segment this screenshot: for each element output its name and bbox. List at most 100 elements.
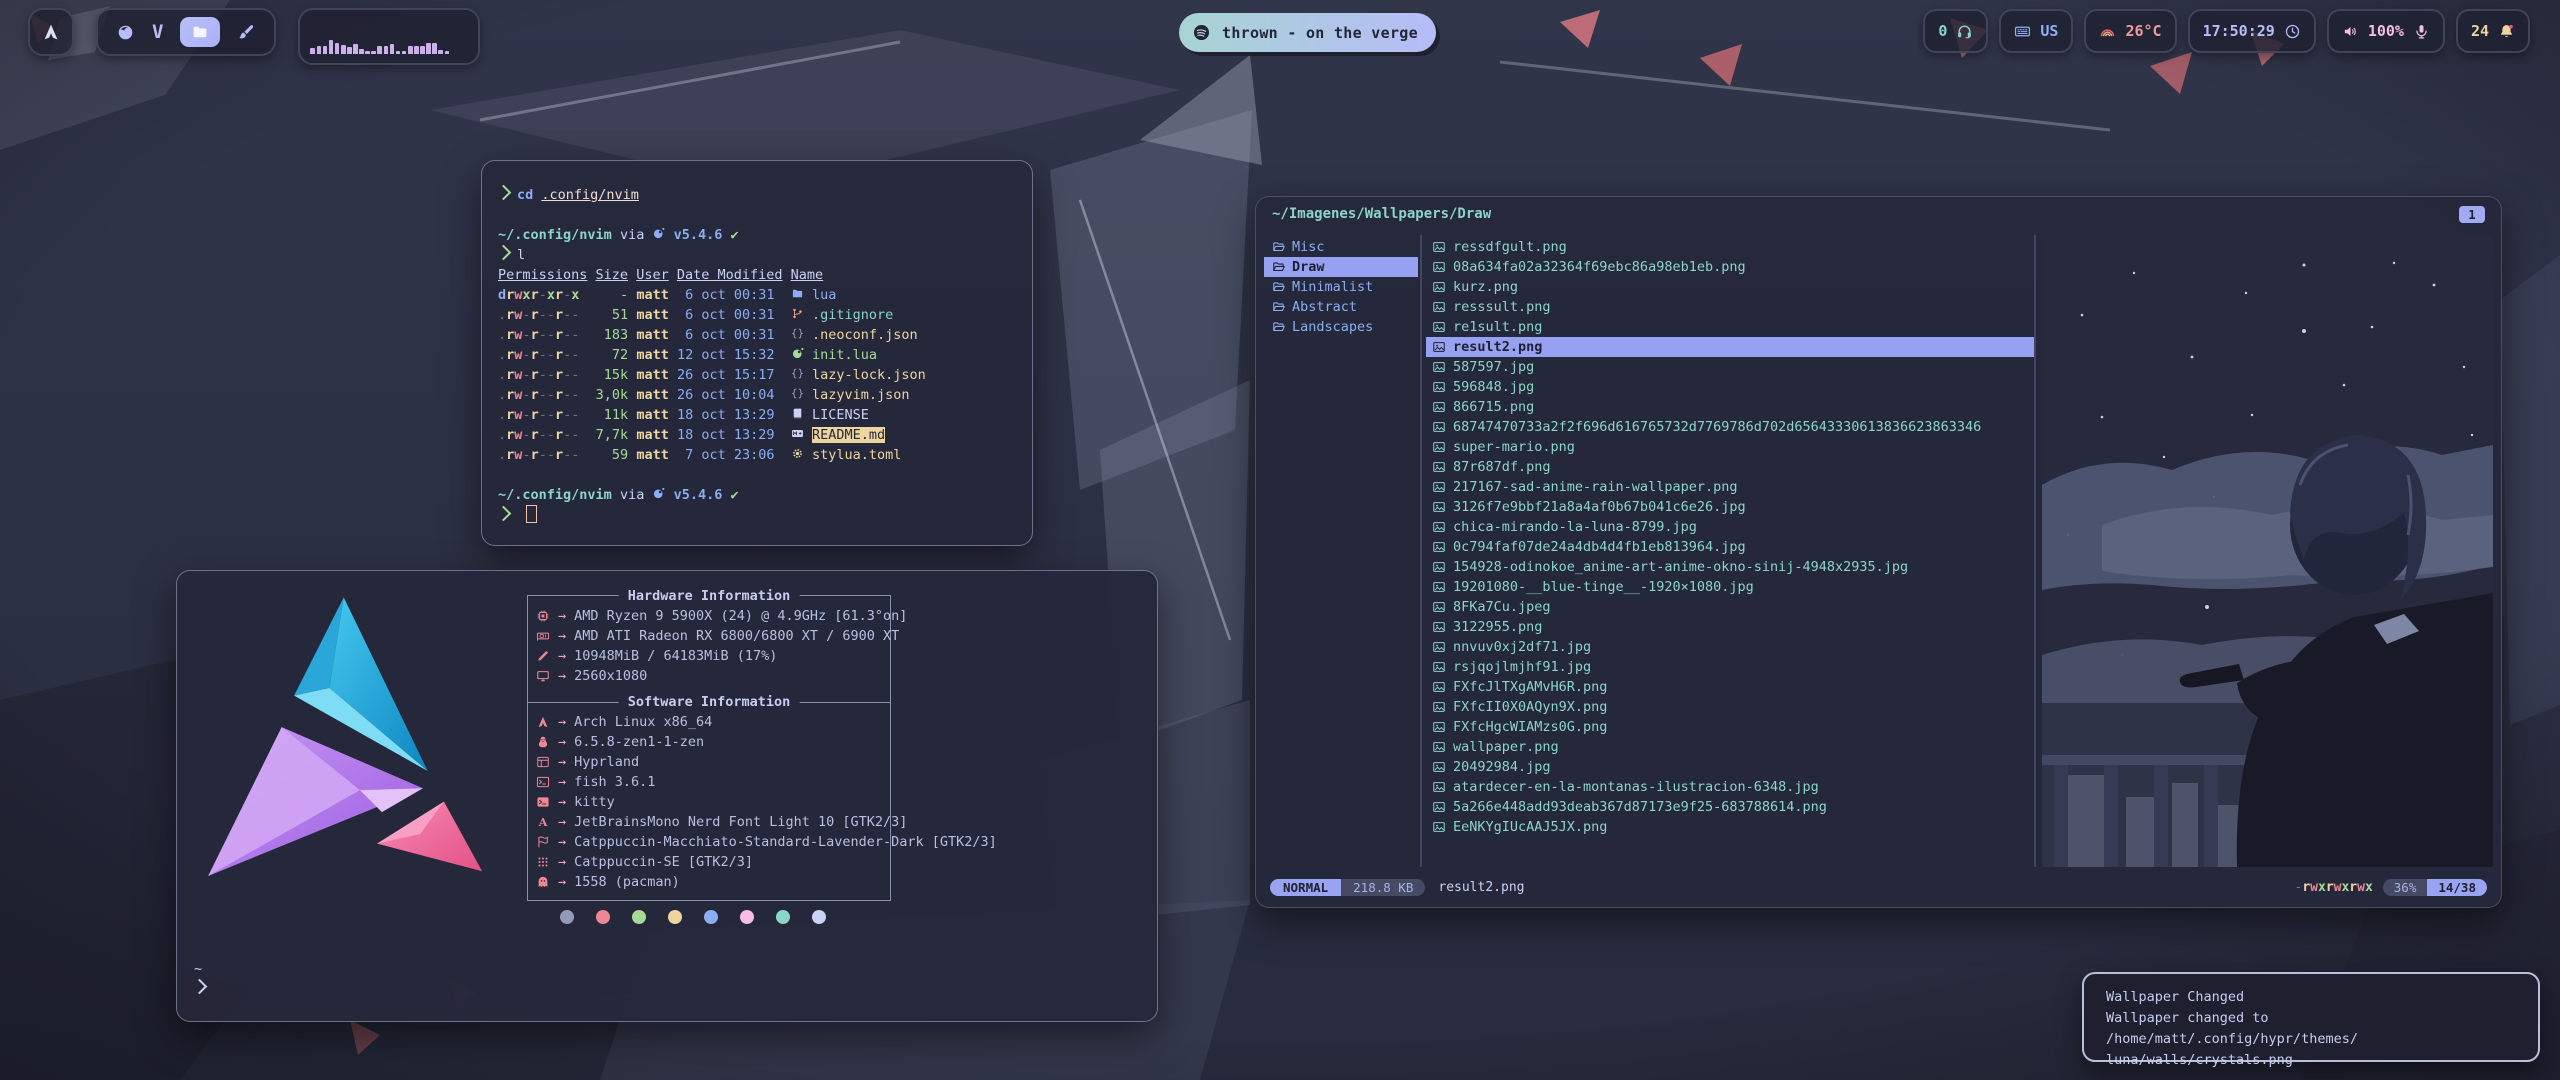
file-name: 3122955.png — [1453, 619, 1542, 635]
arrow-icon: → — [558, 646, 566, 666]
file-name: .gitignore — [812, 307, 893, 323]
file-name: 20492984.jpg — [1453, 759, 1551, 775]
file-name: 19201080-__blue-tinge__-1920×1080.jpg — [1453, 579, 1754, 595]
sidebar-folder-item[interactable]: Draw — [1264, 257, 1418, 277]
file-list-item[interactable]: 217167-sad-anime-rain-wallpaper.png — [1426, 477, 2034, 497]
file-list-item[interactable]: chica-mirando-la-luna-8799.jpg — [1426, 517, 2034, 537]
file-list-item[interactable]: wallpaper.png — [1426, 737, 2034, 757]
file-list-item[interactable]: 3126f7e9bbf21a8a4af0b67b041c6e26.jpg — [1426, 497, 2034, 517]
dock-item-files-active[interactable] — [180, 17, 220, 47]
check-icon: ✔ — [731, 487, 739, 503]
permissions: .rw-r--r-- — [498, 307, 588, 323]
sidebar-folder-item[interactable]: Landscapes — [1264, 317, 1418, 337]
terminal-window[interactable]: cd .config/nvim ~/.config/nvim via v5.4.… — [481, 160, 1033, 546]
file-list-item[interactable]: rsjqojlmjhf91.jpg — [1426, 657, 2034, 677]
file-list-item[interactable]: 20492984.jpg — [1426, 757, 2034, 777]
file-list-item[interactable]: result2.png — [1426, 337, 2034, 357]
file-name: resssult.png — [1453, 299, 1551, 315]
volume-module[interactable]: 100% — [2327, 9, 2445, 53]
file-list-item[interactable]: FXfcHgcWIAMzs0G.png — [1426, 717, 2034, 737]
file-list-item[interactable]: 68747470733a2f2f696d616765732d7769786d70… — [1426, 417, 2034, 437]
file-list-item[interactable]: kurz.png — [1426, 277, 2034, 297]
file-list-item[interactable]: atardecer-en-la-montanas-ilustracion-634… — [1426, 777, 2034, 797]
headphone-battery-module[interactable]: 0 — [1923, 9, 1988, 53]
file-name: 217167-sad-anime-rain-wallpaper.png — [1453, 479, 1737, 495]
file-name: 08a634fa02a32364f69ebc86a98eb1eb.png — [1453, 259, 1746, 275]
fetch-prompt[interactable]: ~ — [194, 959, 213, 999]
keyboard-layout-module[interactable]: US — [1999, 9, 2073, 53]
scroll-percent-badge: 36% — [2383, 879, 2428, 896]
file-list-item[interactable]: 5a266e448add93deab367d87173e9f25-6837886… — [1426, 797, 2034, 817]
image-icon — [1432, 680, 1446, 694]
arrow-icon: → — [558, 792, 566, 812]
file-name: 587597.jpg — [1453, 359, 1534, 375]
folder-name: Misc — [1292, 239, 1325, 255]
arrow-icon: → — [558, 732, 566, 752]
cpu-icon — [534, 609, 552, 623]
markdown-icon — [791, 427, 804, 440]
now-playing-pill[interactable]: thrown - on the verge — [1179, 13, 1436, 52]
visualizer-bar — [432, 43, 437, 54]
image-preview-pane — [2042, 235, 2493, 867]
notifications-module[interactable]: 24 — [2456, 9, 2530, 53]
file-list-item[interactable]: ressdfgult.png — [1426, 237, 2034, 257]
file-list[interactable]: ressdfgult.png 08a634fa02a32364f69ebc86a9… — [1426, 237, 2034, 837]
notification-toast[interactable]: Wallpaper Changed Wallpaper changed to /… — [2082, 972, 2540, 1062]
clock-module[interactable]: 17:50:29 — [2188, 9, 2316, 53]
app-launcher-button[interactable] — [28, 8, 74, 56]
visualizer-bar — [341, 45, 346, 54]
book-icon — [791, 407, 804, 420]
file-list-item[interactable]: 08a634fa02a32364f69ebc86a98eb1eb.png — [1426, 257, 2034, 277]
file-size: 183 — [588, 327, 629, 343]
file-size: - — [588, 287, 629, 303]
weather-module[interactable]: 26°C — [2084, 9, 2176, 53]
check-icon: ✔ — [731, 227, 739, 243]
file-list-item[interactable]: 8FKa7Cu.jpeg — [1426, 597, 2034, 617]
software-info-row: →Arch Linux x86_64 — [534, 712, 1190, 732]
visualizer-bar — [377, 46, 382, 54]
permissions: .rw-r--r-- — [498, 367, 588, 383]
file-list-item[interactable]: 3122955.png — [1426, 617, 2034, 637]
prompt-icon — [192, 979, 208, 995]
software-info-row: →fish 3.6.1 — [534, 772, 1190, 792]
listing-row: .rw-r--r-- 183 matt 6 oct 00:31 .neoconf… — [498, 325, 1032, 345]
memory-icon — [534, 649, 552, 663]
file-manager-window[interactable]: ~/Imagenes/Wallpapers/Draw 1 MiscDrawMin… — [1255, 196, 2502, 908]
file-list-item[interactable]: 866715.png — [1426, 397, 2034, 417]
file-name: init.lua — [812, 347, 877, 363]
software-info-row: A→JetBrainsMono Nerd Font Light 10 [GTK2… — [534, 812, 1190, 832]
sidebar-folder-item[interactable]: Misc — [1264, 237, 1418, 257]
listing-row: .rw-r--r-- 3,0k matt 26 oct 10:04 lazyvi… — [498, 385, 1032, 405]
file-list-item[interactable]: 596848.jpg — [1426, 377, 2034, 397]
theme-icon — [534, 835, 552, 849]
file-list-item[interactable]: resssult.png — [1426, 297, 2034, 317]
arch-icon — [41, 22, 61, 42]
listing-row: .rw-r--r-- 7,7k matt 18 oct 13:29 README… — [498, 425, 1032, 445]
file-list-item[interactable]: 87r687df.png — [1426, 457, 2034, 477]
file-size: 72 — [588, 347, 629, 363]
file-list-item[interactable]: 0c794faf07de24a4db4d4fb1eb813964.jpg — [1426, 537, 2034, 557]
file-name: FXfcII0X0AQyn9X.png — [1453, 699, 1607, 715]
listing-header: Permissions Size User Date Modified Name — [498, 265, 1032, 285]
firefox-icon[interactable] — [116, 23, 135, 42]
file-list-item[interactable]: 19201080-__blue-tinge__-1920×1080.jpg — [1426, 577, 2034, 597]
file-list-item[interactable]: nnvuv0xj2df71.jpg — [1426, 637, 2034, 657]
sidebar-folder-item[interactable]: Abstract — [1264, 297, 1418, 317]
palette-dot — [596, 910, 610, 924]
terminal-prompt-input[interactable] — [498, 505, 1032, 525]
system-info-window[interactable]: Hardware Information →AMD Ryzen 9 5900X … — [176, 570, 1158, 1022]
paintbrush-icon[interactable] — [237, 23, 256, 42]
file-list-item[interactable]: FXfcII0X0AQyn9X.png — [1426, 697, 2034, 717]
file-list-item[interactable]: FXfcJlTXgAMvH6R.png — [1426, 677, 2034, 697]
sidebar-folder-item[interactable]: Minimalist — [1264, 277, 1418, 297]
lua-icon — [791, 347, 804, 360]
file-list-item[interactable]: 587597.jpg — [1426, 357, 2034, 377]
file-list-item[interactable]: 154928-odinokoe_anime-art-anime-okno-sin… — [1426, 557, 2034, 577]
file-name: lazy-lock.json — [812, 367, 926, 383]
file-name: ressdfgult.png — [1453, 239, 1567, 255]
file-list-item[interactable]: EeNKYgIUcAAJ5JX.png — [1426, 817, 2034, 837]
file-list-item[interactable]: re1sult.png — [1426, 317, 2034, 337]
neovim-icon[interactable]: V — [152, 21, 163, 43]
software-info-rows: →Arch Linux x86_64→6.5.8-zen1-1-zen→Hypr… — [534, 712, 1190, 892]
file-list-item[interactable]: super-mario.png — [1426, 437, 2034, 457]
